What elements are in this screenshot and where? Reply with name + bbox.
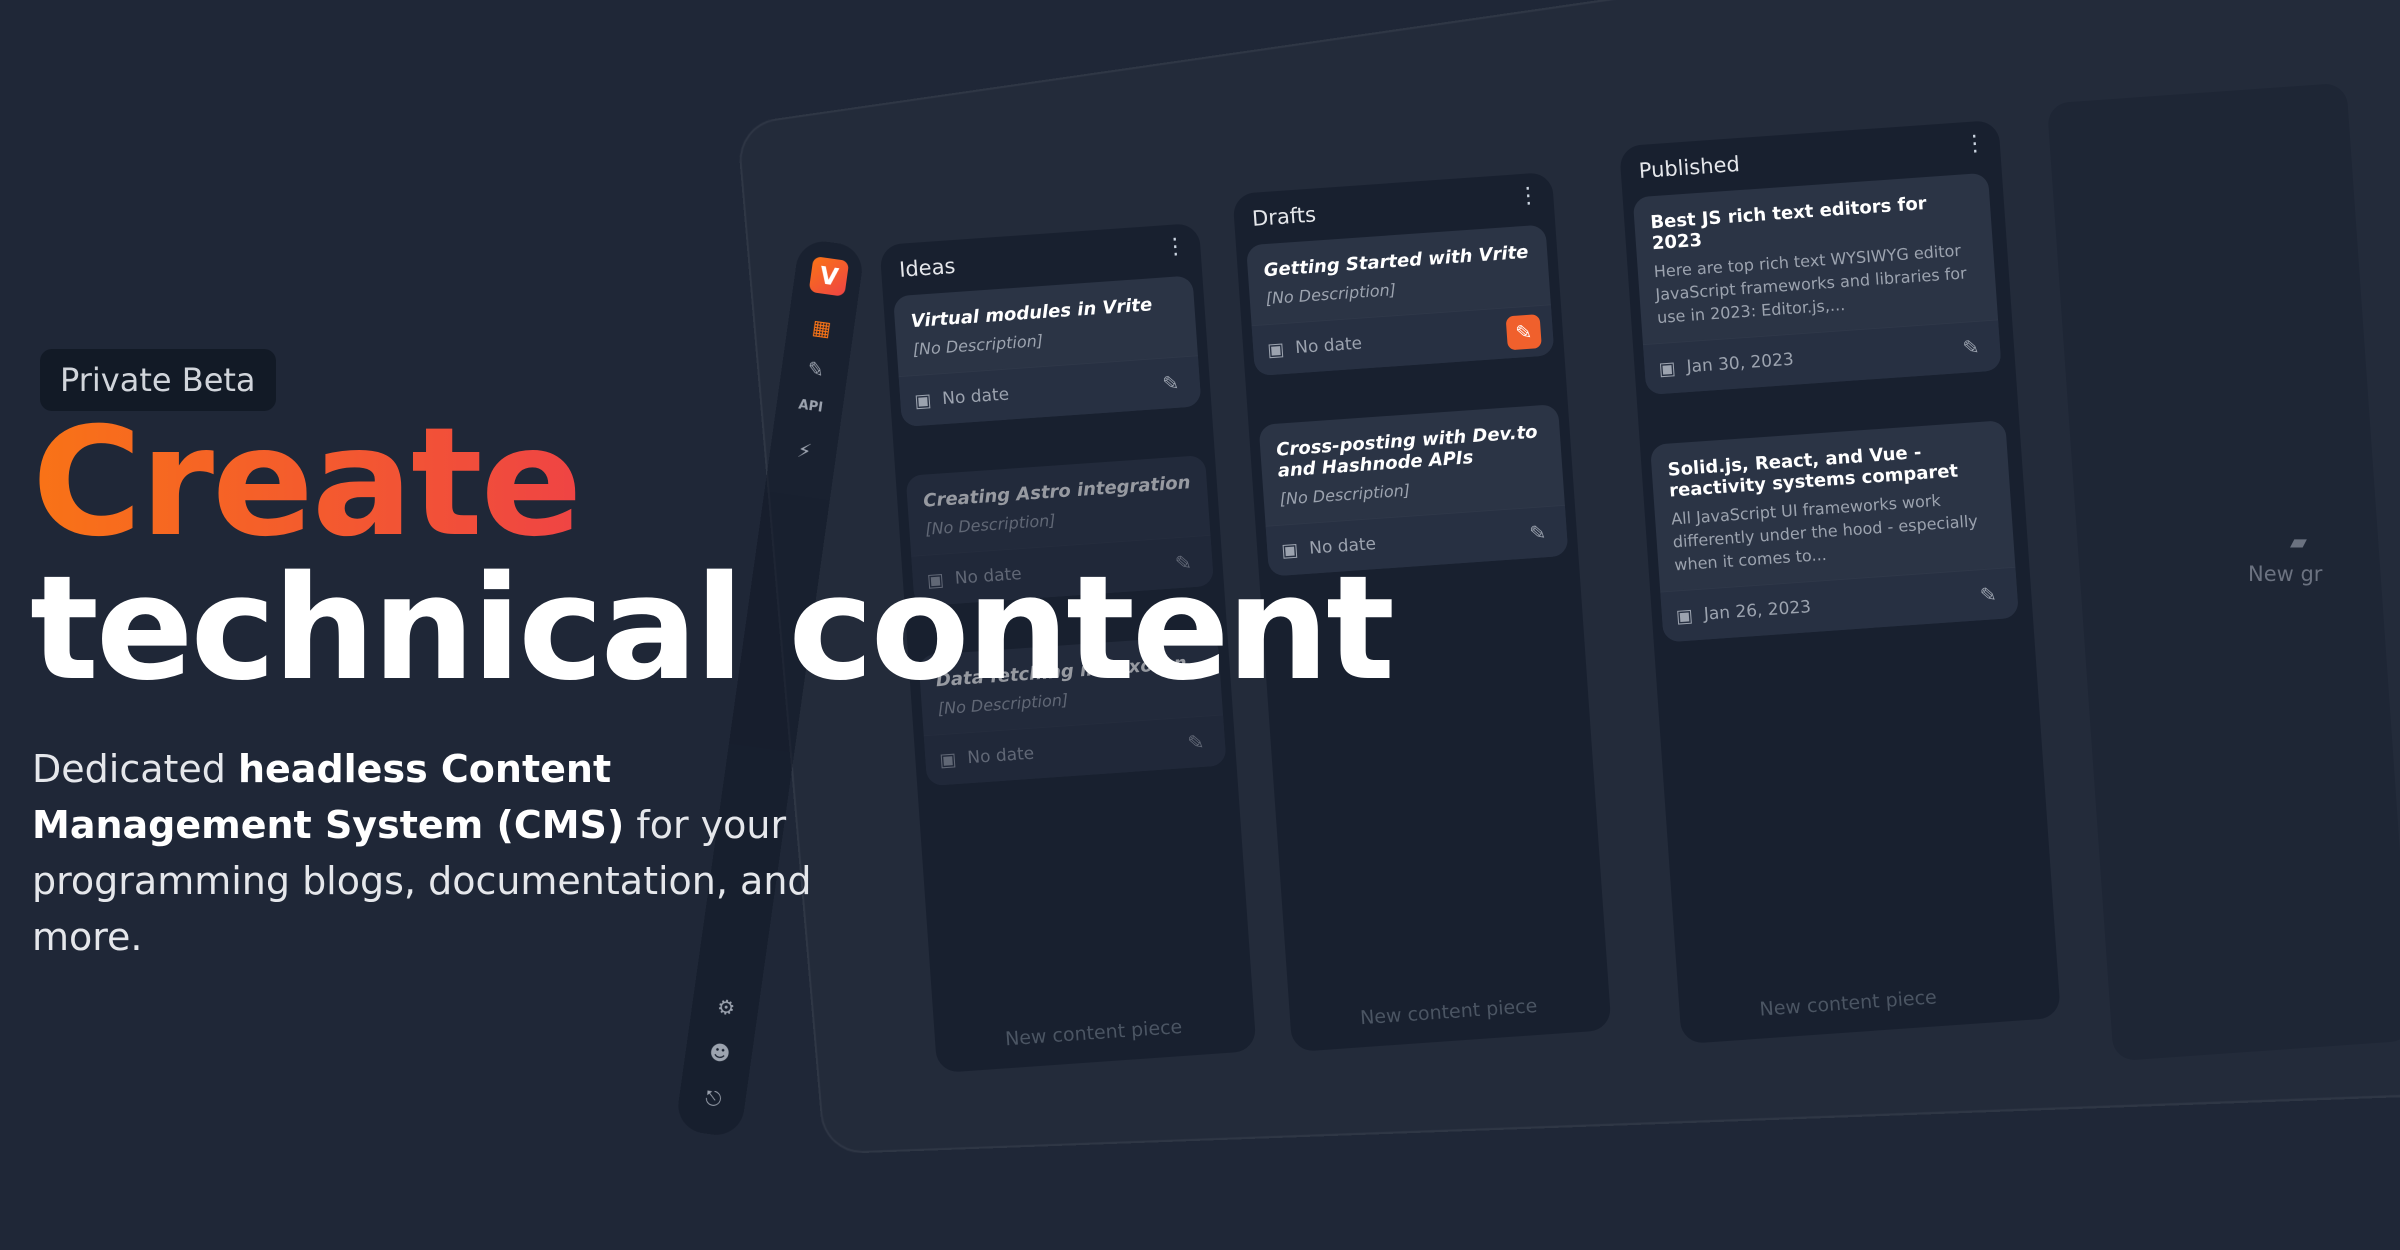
- edit-icon[interactable]: ✎: [1178, 724, 1214, 760]
- content-card[interactable]: Solid.js, React, and Vue - reactivity sy…: [1649, 420, 2019, 643]
- edit-icon[interactable]: ✎: [1153, 365, 1189, 401]
- card-footer: ▣ No date ✎: [898, 355, 1202, 428]
- card-date: No date: [941, 384, 1010, 410]
- card-description: All JavaScript UI frameworks work differ…: [1670, 490, 1979, 575]
- vrite-logo[interactable]: V: [808, 256, 850, 297]
- column-menu-icon[interactable]: ⋮: [1163, 234, 1187, 260]
- column-title: Drafts: [1251, 202, 1317, 231]
- card-date: No date: [1294, 333, 1363, 359]
- edit-icon[interactable]: ✎: [1970, 577, 2006, 613]
- card-footer: ▣ No date ✎: [923, 714, 1227, 787]
- new-group-button[interactable]: New gr: [2248, 562, 2322, 586]
- content-card[interactable]: Best JS rich text editors for 2023 Here …: [1632, 172, 2002, 396]
- card-date: Jan 30, 2023: [1685, 349, 1795, 378]
- hero-subtitle: Dedicated headless Content Management Sy…: [32, 741, 892, 965]
- card-footer: ▣ Jan 26, 2023 ✎: [1660, 566, 2019, 643]
- column-menu-icon[interactable]: ⋮: [1516, 183, 1540, 209]
- logout-icon[interactable]: ⎋: [698, 1084, 729, 1112]
- edit-icon[interactable]: ✎: [1520, 515, 1556, 551]
- column-menu-icon[interactable]: ⋮: [1963, 131, 1987, 157]
- gear-icon[interactable]: ⚙: [711, 993, 742, 1021]
- plug-icon[interactable]: ⚡: [789, 437, 820, 465]
- subtitle-pre: Dedicated: [32, 747, 238, 791]
- dashboard-icon[interactable]: ▦: [806, 314, 837, 342]
- api-icon[interactable]: API: [796, 397, 826, 416]
- card-date: No date: [966, 743, 1035, 769]
- content-card[interactable]: Getting Started with Vrite [No Descripti…: [1245, 224, 1555, 377]
- calendar-icon: ▣: [1675, 605, 1694, 628]
- edit-icon[interactable]: ✎: [1505, 314, 1542, 351]
- new-content-piece-button[interactable]: New content piece: [1004, 1016, 1183, 1050]
- discord-icon[interactable]: ☻: [704, 1039, 735, 1067]
- card-footer: ▣ No date ✎: [1251, 304, 1555, 377]
- card-description: Here are top rich text WYSIWYG editor Ja…: [1653, 240, 1968, 328]
- new-content-piece-button[interactable]: New content piece: [1359, 995, 1538, 1029]
- new-content-piece-button[interactable]: New content piece: [1759, 986, 1938, 1020]
- folder-add-icon[interactable]: ▰: [2290, 530, 2307, 555]
- calendar-icon: ▣: [1266, 338, 1286, 362]
- column-published: Published ⋮ Best JS rich text editors fo…: [1619, 119, 2061, 1045]
- edit-icon[interactable]: ✎: [1953, 329, 1989, 365]
- pencil-icon[interactable]: ✎: [800, 356, 831, 384]
- content-card[interactable]: Virtual modules in Vrite [No Description…: [893, 275, 1202, 428]
- calendar-icon: ▣: [938, 749, 958, 772]
- card-footer: ▣ Jan 30, 2023 ✎: [1642, 319, 2002, 396]
- calendar-icon: ▣: [913, 389, 933, 413]
- headline-main: technical content: [30, 544, 1395, 712]
- card-date: Jan 26, 2023: [1703, 597, 1812, 625]
- headline-accent: Create: [32, 396, 582, 570]
- calendar-icon: ▣: [1658, 357, 1677, 381]
- column-title: Ideas: [898, 253, 957, 282]
- column-title: Published: [1638, 152, 1741, 184]
